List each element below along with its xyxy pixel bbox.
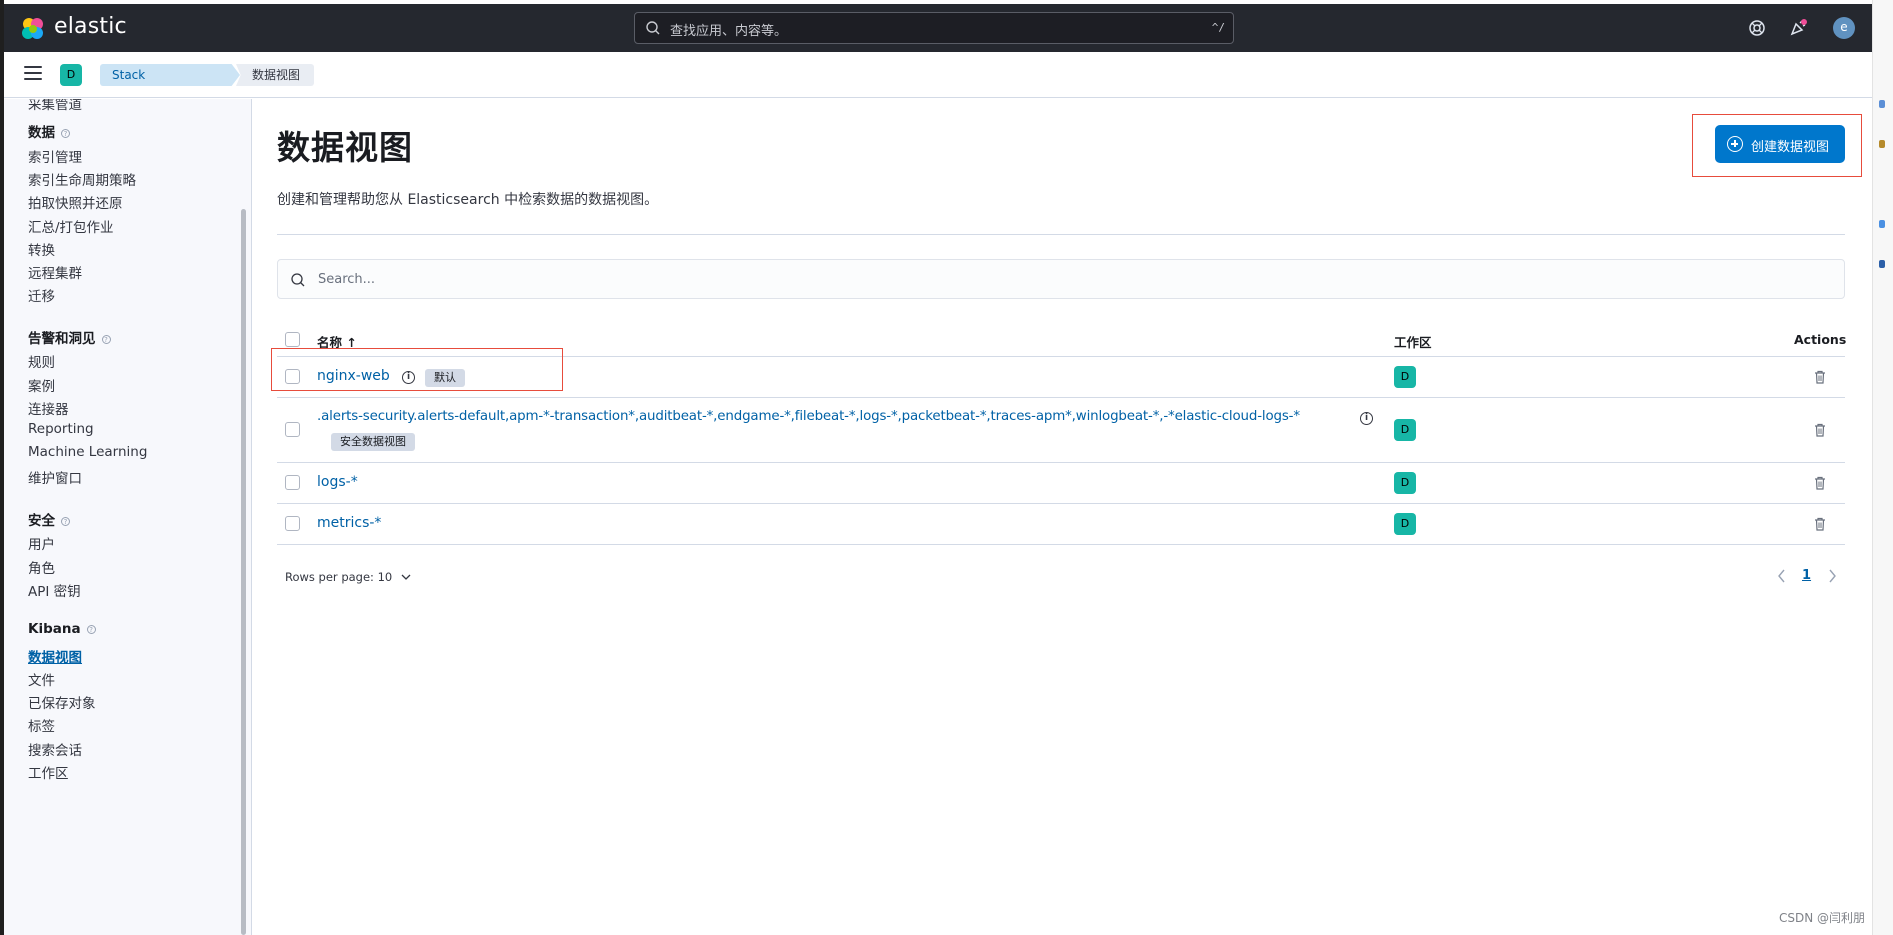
sidebar-item-files[interactable]: 文件 [28,669,55,689]
top-header: elastic 查找应用、内容等。 ^/ e [4,4,1872,52]
help-icon[interactable] [1747,18,1767,38]
sidebar-item-rules[interactable]: 规则 [28,351,55,371]
sidebar-item-users[interactable]: 用户 [28,533,55,553]
sidebar-item-ingest-pipelines[interactable]: 采集管道 [28,99,82,113]
help-icon: ? [61,517,70,526]
rows-per-page-button[interactable]: Rows per page: 10 [285,570,411,584]
global-search-input[interactable]: 查找应用、内容等。 ^/ [634,12,1234,44]
sidebar-item-spaces[interactable]: 工作区 [28,762,69,782]
sidebar-item-api-keys[interactable]: API 密钥 [28,580,81,600]
column-header-actions: Actions [1794,332,1847,347]
trash-icon[interactable] [1812,516,1828,532]
rows-per-page-label: Rows per page: 10 [285,570,393,584]
info-icon[interactable]: i [1360,412,1373,425]
user-avatar[interactable]: e [1833,17,1855,39]
data-view-link-metrics[interactable]: metrics-* [317,515,381,531]
sidebar-item-tags[interactable]: 标签 [28,715,55,735]
edge-marker [1879,140,1885,148]
pagination-page-1[interactable]: 1 [1802,568,1811,583]
sidebar-item-cases[interactable]: 案例 [28,375,55,395]
sidebar-item-migrate[interactable]: 迁移 [28,285,55,305]
breadcrumb-bar: D Stack Management 数据视图 [4,52,1872,98]
help-icon: ? [101,335,111,344]
watermark-text: CSDN @闫利朋 [1779,911,1866,925]
table-search-input[interactable]: Search... [277,259,1845,299]
sidebar-item-maintenance-windows[interactable]: 维护窗口 [28,467,82,487]
section-title: 数据 [28,125,55,141]
help-icon: ? [86,625,96,634]
row-checkbox[interactable] [285,422,300,437]
row-checkbox[interactable] [285,475,300,490]
header-divider [277,234,1845,235]
page-description: 创建和管理帮助您从 Elasticsearch 中检索数据的数据视图。 [277,192,659,208]
page-title: 数据视图 [277,128,413,167]
sidebar-item-connectors[interactable]: 连接器 [28,398,69,418]
select-all-checkbox[interactable] [285,332,300,347]
row-divider [277,544,1845,545]
section-title: 告警和洞见 [28,331,96,347]
trash-icon[interactable] [1812,422,1828,438]
space-badge[interactable]: D [1394,472,1416,494]
trash-icon[interactable] [1812,475,1828,491]
sidebar-item-ilm-policies[interactable]: 索引生命周期策略 [28,169,136,189]
hamburger-menu-icon[interactable] [24,66,42,82]
trash-icon[interactable] [1812,369,1828,385]
sidebar-item-index-management[interactable]: 索引管理 [28,146,82,166]
sidebar-section-kibana: Kibana? [28,621,96,637]
edge-marker [1879,220,1885,228]
window-edge [0,0,4,935]
edge-marker [1879,260,1885,268]
sidebar-item-snapshot-restore[interactable]: 拍取快照并还原 [28,192,123,212]
sidebar-item-machine-learning[interactable]: Machine Learning [28,444,147,460]
section-title: Kibana [28,621,81,637]
sidebar-section-data: 数据? [28,121,70,141]
logo-text[interactable]: elastic [54,14,127,39]
data-view-link-logs[interactable]: logs-* [317,474,358,490]
search-placeholder: 查找应用、内容等。 [670,24,788,39]
help-icon: ? [61,129,70,138]
search-shortcut: ^/ [1211,21,1225,34]
space-badge[interactable]: D [1394,366,1416,388]
management-sidebar: 采集管道 数据? 索引管理 索引生命周期策略 拍取快照并还原 汇总/打包作业 转… [4,99,252,935]
breadcrumb-stack-management[interactable]: Stack Management [100,64,240,86]
kibana-app: elastic 查找应用、内容等。 ^/ e D Stack Managemen… [0,0,1872,935]
sidebar-item-rollup-jobs[interactable]: 汇总/打包作业 [28,216,114,236]
sidebar-item-transforms[interactable]: 转换 [28,239,55,259]
row-divider [277,462,1845,463]
row-checkbox[interactable] [285,516,300,531]
chevron-down-icon [401,574,411,580]
chevron-left-icon[interactable] [1777,569,1787,583]
annotation-box-nginx [271,348,563,391]
sidebar-item-roles[interactable]: 角色 [28,557,55,577]
sidebar-scrollbar[interactable] [241,209,246,935]
main-content: 数据视图 创建和管理帮助您从 Elasticsearch 中检索数据的数据视图。… [253,99,1872,935]
search-icon [646,21,660,35]
edge-marker [1879,100,1885,108]
elastic-logo-icon[interactable] [20,16,46,42]
adjacent-window-strip [1872,0,1893,935]
space-badge[interactable]: D [1394,419,1416,441]
sidebar-item-data-views[interactable]: 数据视图 [28,646,82,666]
sidebar-item-reporting[interactable]: Reporting [28,421,94,437]
search-icon [291,273,305,287]
sidebar-item-saved-objects[interactable]: 已保存对象 [28,692,96,712]
sidebar-item-search-sessions[interactable]: 搜索会话 [28,739,82,759]
row-divider [277,397,1845,398]
security-badge: 安全数据视图 [331,433,415,451]
sidebar-section-security: 安全? [28,509,70,529]
sidebar-item-remote-clusters[interactable]: 远程集群 [28,262,82,282]
breadcrumb-data-views: 数据视图 [236,64,314,86]
sidebar-section-alerts: 告警和洞见? [28,327,111,347]
news-feed-icon[interactable] [1788,18,1808,38]
space-avatar[interactable]: D [60,64,82,86]
space-badge[interactable]: D [1394,513,1416,535]
chevron-right-icon[interactable] [1827,569,1837,583]
row-divider [277,503,1845,504]
search-placeholder: Search... [318,272,376,287]
section-title: 安全 [28,513,55,529]
annotation-box-create [1692,114,1862,177]
column-header-space: 工作区 [1394,335,1432,350]
data-view-link-security[interactable]: .alerts-security.alerts-default,apm-*-tr… [317,409,1300,424]
